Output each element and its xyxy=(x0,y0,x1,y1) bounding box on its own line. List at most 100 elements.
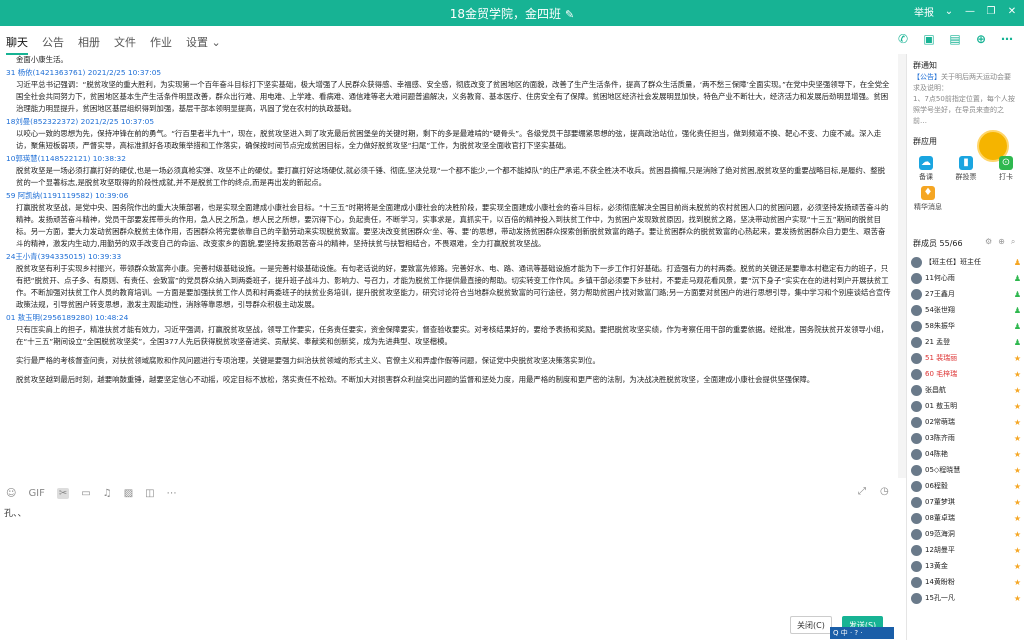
restore-button[interactable]: ❐ xyxy=(985,6,997,17)
avatar xyxy=(911,352,922,364)
member-name: 51 裴瑞丽 xyxy=(925,354,958,362)
report-button[interactable]: 举报 xyxy=(914,4,934,19)
member-name: 05◇程晓慧 xyxy=(925,466,961,474)
chat-scrollbar[interactable] xyxy=(898,54,906,478)
video-icon[interactable]: ▣ xyxy=(921,31,937,47)
star-icon: ★ xyxy=(1013,481,1021,491)
close-button[interactable]: 关闭(C) xyxy=(790,616,832,634)
message: 10郭瑛慧(1148522121) 10:38:32 脱贫攻坚是一场必须打赢打好… xyxy=(6,153,892,189)
message-input[interactable]: 孔、、 xyxy=(4,506,27,519)
member-name: 04陈艳 xyxy=(925,450,948,458)
avatar xyxy=(911,528,922,540)
avatar xyxy=(911,544,922,556)
app-checkin[interactable]: ⊙ 打卡 xyxy=(991,156,1021,182)
member-item[interactable]: 13黄金 ★ xyxy=(911,558,1021,574)
member-tools: ⚙ ⊕ ⌕ xyxy=(985,237,1015,247)
member-item[interactable]: 51 裴瑞丽 ★ xyxy=(911,350,1021,366)
gif-icon[interactable]: GIF xyxy=(28,488,44,499)
location-icon: ⊙ xyxy=(999,156,1013,170)
app-essence[interactable]: ♦ 精华消息 xyxy=(911,186,945,212)
member-item[interactable]: 09范海洞 ★ xyxy=(911,526,1021,542)
sender-name[interactable]: 10郭瑛慧(1148522121) xyxy=(6,154,90,163)
member-item[interactable]: 60 毛梓瑞 ★ xyxy=(911,366,1021,382)
member-item[interactable]: 02常萌瑞 ★ xyxy=(911,414,1021,430)
member-item[interactable]: 54张世翔 ♟ xyxy=(911,302,1021,318)
member-item[interactable]: 04陈艳 ★ xyxy=(911,446,1021,462)
member-item[interactable]: 03陈齐雨 ★ xyxy=(911,430,1021,446)
star-icon: ★ xyxy=(1013,513,1021,523)
folder-icon[interactable]: ▭ xyxy=(81,488,90,499)
member-item[interactable]: 08董卓瑞 ★ xyxy=(911,510,1021,526)
message-header: 01 敖玉明(2956189280) 10:48:24 xyxy=(6,312,892,324)
member-item[interactable]: 12胡曼平 ★ xyxy=(911,542,1021,558)
sender-name[interactable]: 24王小青(394335015) xyxy=(6,252,86,261)
member-name: 13黄金 xyxy=(925,562,948,570)
tab-files[interactable]: 文件 xyxy=(114,34,136,50)
message-header: 10郭瑛慧(1148522121) 10:38:32 xyxy=(6,153,892,165)
member-item[interactable]: 21 孟登 ♟ xyxy=(911,334,1021,350)
more-tools-icon[interactable]: ⋯ xyxy=(167,488,177,499)
message-text: 打赢脱贫攻坚战，是党中央、国务院作出的重大决策部署，也是实现全面建成小康社会目标… xyxy=(16,203,889,248)
star-icon: ★ xyxy=(1013,561,1021,571)
member-item[interactable]: 15孔一凡 ★ xyxy=(911,590,1021,606)
member-name: 【班主任】班主任 xyxy=(925,258,981,266)
avatar xyxy=(911,304,922,316)
role-badge-icon: ♟ xyxy=(1013,305,1021,315)
more-icon[interactable]: ⋯ xyxy=(999,31,1015,47)
member-item[interactable]: 张昌航 ★ xyxy=(911,382,1021,398)
avatar xyxy=(911,576,922,588)
member-item[interactable]: 27王鑫月 ♟ xyxy=(911,286,1021,302)
emoji-icon[interactable]: ☺ xyxy=(6,488,16,499)
screenshot-icon[interactable]: ◫ xyxy=(145,488,154,499)
member-name: 08董卓瑞 xyxy=(925,514,955,522)
expand-icon[interactable]: ⤢ xyxy=(858,486,866,497)
star-icon: ★ xyxy=(1013,433,1021,443)
tab-chat[interactable]: 聊天 xyxy=(6,34,28,55)
image-icon[interactable]: ▨ xyxy=(124,488,133,499)
tab-album[interactable]: 相册 xyxy=(78,34,100,50)
screen-share-icon[interactable]: ▤ xyxy=(947,31,963,47)
apps-title: 群应用 xyxy=(913,137,937,146)
search-icon[interactable]: ⌕ xyxy=(1011,237,1015,247)
dropdown-button[interactable]: ⌄ xyxy=(943,6,955,17)
member-item[interactable]: 01 敖玉明 ★ xyxy=(911,398,1021,414)
member-list[interactable]: 【班主任】班主任 ♟ 11何心雨 ♟ 27王鑫月 ♟ 54张世翔 ♟ 58朱振华 ♟ 21… xyxy=(911,254,1021,606)
settings-icon[interactable]: ⚙ xyxy=(985,237,992,247)
app-vote[interactable]: ▮ 群投票 xyxy=(951,156,981,182)
member-name: 54张世翔 xyxy=(925,306,955,314)
history-icon[interactable]: ◷ xyxy=(880,486,889,497)
message-text: 以咬心一致的思想为先，保持冲锋在前的勇气。“行百里者半九十”，现在，脱贫攻坚进入… xyxy=(16,129,882,150)
tab-homework[interactable]: 作业 xyxy=(150,34,172,50)
sender-name[interactable]: 31 杨依(1421363761) xyxy=(6,68,85,77)
sender-name[interactable]: 18刘曼(852322372) xyxy=(6,117,78,126)
app-backup[interactable]: ☁ 备课 xyxy=(911,156,941,182)
avatar xyxy=(911,384,922,396)
scissors-icon[interactable]: ✂ xyxy=(56,487,70,499)
sender-name[interactable]: 59 阿凯纳(1191119582) xyxy=(6,191,93,200)
minimize-button[interactable]: — xyxy=(964,6,976,17)
pencil-icon[interactable]: ✎ xyxy=(565,8,574,21)
add-icon[interactable]: ⊕ xyxy=(973,31,989,47)
tab-announcement[interactable]: 公告 xyxy=(42,34,64,50)
member-item[interactable]: 14黄盼粉 ★ xyxy=(911,574,1021,590)
ime-status-bar[interactable]: Q 中 · ? · xyxy=(830,627,894,639)
close-window-button[interactable]: ✕ xyxy=(1006,6,1018,17)
member-name: 60 毛梓瑞 xyxy=(925,370,958,378)
member-item[interactable]: 06程毅 ★ xyxy=(911,478,1021,494)
member-item[interactable]: 58朱振华 ♟ xyxy=(911,318,1021,334)
notice-content[interactable]: 【公告】关于明后两天运动会要求及说明： 1、7点50前指定位置，每个人按照学号坐… xyxy=(913,72,1017,127)
tab-settings[interactable]: 设置 ⌄ xyxy=(186,34,221,50)
phone-icon[interactable]: ✆ xyxy=(895,31,911,47)
music-icon[interactable]: ♫ xyxy=(103,488,112,499)
member-item[interactable]: 11何心雨 ♟ xyxy=(911,270,1021,286)
chat-log[interactable]: 金面小康生活。 31 杨依(1421363761) 2021/2/25 10:3… xyxy=(0,54,898,478)
avatar xyxy=(911,320,922,332)
member-item[interactable]: 【班主任】班主任 ♟ xyxy=(911,254,1021,270)
sender-name[interactable]: 01 敖玉明(2956189280) xyxy=(6,313,93,322)
member-name: 27王鑫月 xyxy=(925,290,955,298)
member-item[interactable]: 07董梦琪 ★ xyxy=(911,494,1021,510)
member-item[interactable]: 05◇程晓慧 ★ xyxy=(911,462,1021,478)
message-text: 脱贫攻坚越到最后时刻，越要响鼓重锤，越要坚定信心不动摇，咬定目标不放松，落实责任… xyxy=(16,375,815,384)
star-icon: ★ xyxy=(1013,353,1021,363)
add-member-icon[interactable]: ⊕ xyxy=(998,237,1005,247)
